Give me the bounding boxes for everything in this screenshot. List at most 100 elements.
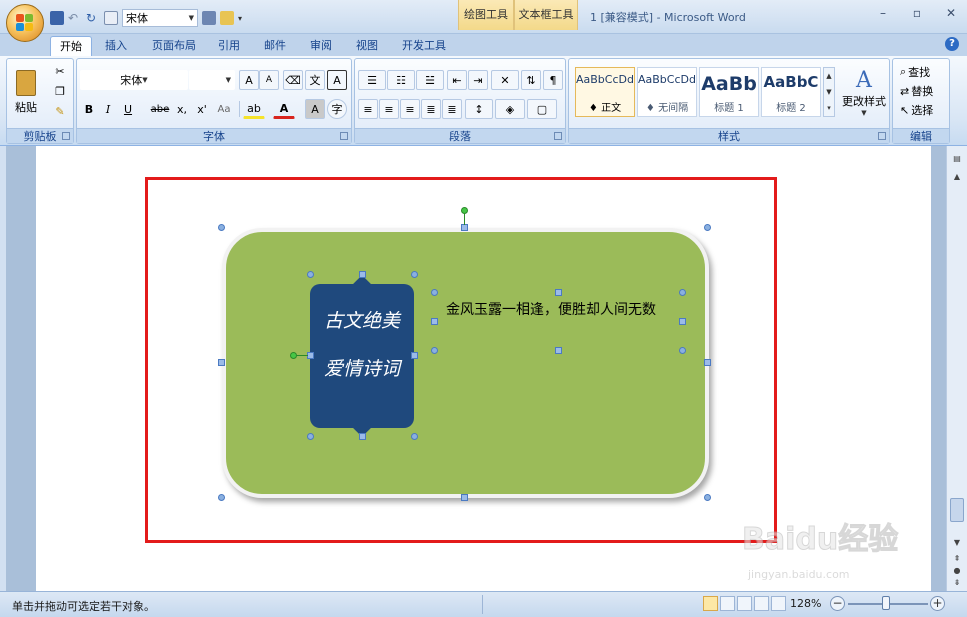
tab-review[interactable]: 审阅 [304,36,338,56]
selection-handle[interactable] [704,494,711,501]
zoom-level[interactable]: 128% [790,597,821,610]
character-border-icon[interactable]: A [327,70,347,90]
superscript-button[interactable]: x' [193,99,211,119]
show-marks-icon[interactable]: ¶ [543,70,563,90]
dialog-launcher-icon[interactable] [554,132,562,140]
style-heading-2[interactable]: AaBbC 标题 2 [761,67,821,117]
find-button[interactable]: ⌕ 查找 [899,62,949,82]
selection-handle[interactable] [307,433,314,440]
selection-handle[interactable] [359,271,366,278]
clear-format-icon[interactable]: ⌫ [283,70,303,90]
qat-font-select[interactable]: 宋体 ▼ [122,9,198,27]
close-icon[interactable]: ✕ [943,6,959,20]
selection-handle[interactable] [411,271,418,278]
web-layout-icon[interactable] [737,596,752,611]
selection-handle[interactable] [461,224,468,231]
selection-handle[interactable] [359,433,366,440]
scroll-thumb[interactable] [950,498,964,522]
align-center-icon[interactable]: ≡ [379,99,399,119]
office-button[interactable] [6,4,44,42]
selection-handle[interactable] [307,352,314,359]
selection-handle[interactable] [431,318,438,325]
decrease-indent-icon[interactable]: ⇤ [447,70,467,90]
change-styles-button[interactable]: A 更改样式 ▼ [839,63,889,121]
phonetic-guide-icon[interactable]: 文 [305,70,325,90]
ruler-toggle-icon[interactable]: ▤ [950,152,964,166]
tab-home[interactable]: 开始 [50,36,92,56]
chinese-layout-icon[interactable]: ✕ [491,70,519,90]
bullets-icon[interactable]: ☰ [358,70,386,90]
bold-button[interactable]: B [80,99,98,119]
style-no-spacing[interactable]: AaBbCcDd ♦ 无间隔 [637,67,697,117]
justify-icon[interactable]: ≣ [421,99,441,119]
open-folder-icon[interactable] [220,11,234,25]
minimize-icon[interactable]: – [875,6,891,20]
redo-icon[interactable]: ↻ [86,11,100,25]
shading-icon[interactable]: ◈ [495,99,525,119]
zoom-out-icon[interactable]: − [830,596,845,611]
tab-page-layout[interactable]: 页面布局 [146,36,202,56]
multilevel-list-icon[interactable]: ☱ [416,70,444,90]
tab-mailings[interactable]: 邮件 [258,36,292,56]
grow-font-button[interactable]: A [239,70,259,90]
style-heading-1[interactable]: AaBb 标题 1 [699,67,759,117]
tab-insert[interactable]: 插入 [98,36,134,56]
font-color-icon[interactable]: A [273,99,295,119]
vertical-scrollbar[interactable]: ▤ ▲ ▼ ⇞ ● ⇟ [946,146,967,591]
selection-handle[interactable] [307,271,314,278]
rotation-handle[interactable] [461,207,468,214]
save-icon[interactable] [50,11,64,25]
selection-handle[interactable] [431,289,438,296]
selection-handle[interactable] [218,359,225,366]
selection-handle[interactable] [679,289,686,296]
tab-view[interactable]: 视图 [350,36,384,56]
selection-handle[interactable] [218,224,225,231]
selection-handle[interactable] [679,318,686,325]
increase-indent-icon[interactable]: ⇥ [468,70,488,90]
print-layout-icon[interactable] [703,596,718,611]
outline-icon[interactable] [754,596,769,611]
distributed-icon[interactable]: ≣ [442,99,462,119]
change-case-button[interactable]: Aa [213,99,235,119]
italic-button[interactable]: I [99,99,117,119]
numbering-icon[interactable]: ☷ [387,70,415,90]
next-page-icon[interactable]: ⇟ [950,576,964,590]
selection-handle[interactable] [218,494,225,501]
zoom-in-icon[interactable]: + [930,596,945,611]
full-screen-reading-icon[interactable] [720,596,735,611]
rounded-rectangle-shape[interactable] [222,228,709,498]
dialog-launcher-icon[interactable] [62,132,70,140]
restore-icon[interactable]: ▫ [909,6,925,20]
dialog-launcher-icon[interactable] [340,132,348,140]
selection-handle[interactable] [555,289,562,296]
draft-icon[interactable] [771,596,786,611]
shrink-font-button[interactable]: A [259,70,279,90]
dialog-launcher-icon[interactable] [878,132,886,140]
styles-gallery-scroll[interactable]: ▲ ▼ ▾ [823,67,835,117]
character-shading-icon[interactable]: A [305,99,325,119]
selection-handle[interactable] [461,494,468,501]
copy-icon[interactable]: ❐ [51,83,69,100]
subscript-button[interactable]: x, [173,99,191,119]
paste-button[interactable]: 粘贴 [11,63,41,121]
highlight-color-icon[interactable]: ab [243,99,265,119]
align-right-icon[interactable]: ≡ [400,99,420,119]
selection-handle[interactable] [431,347,438,354]
selection-handle[interactable] [704,359,711,366]
text-box[interactable]: 金风玉露一相逢，便胜却人间无数 [446,300,678,321]
selection-handle[interactable] [411,433,418,440]
font-name-select[interactable]: 宋体 ▼ [80,70,188,90]
select-button[interactable]: ↖ 选择 [899,100,949,120]
double-bracket-shape[interactable]: 古文绝美 爱情诗词 [310,275,414,437]
cut-icon[interactable]: ✂ [51,63,69,80]
selection-handle[interactable] [411,352,418,359]
print-preview-icon[interactable] [104,11,118,25]
tab-references[interactable]: 引用 [212,36,246,56]
enclose-character-icon[interactable]: 字 [327,99,347,119]
sort-icon[interactable]: ⇅ [521,70,541,90]
tab-developer[interactable]: 开发工具 [396,36,452,56]
scroll-up-icon[interactable]: ▲ [950,170,964,184]
qat-customize-icon[interactable]: ▾ [238,14,242,23]
selection-handle[interactable] [679,347,686,354]
replace-button[interactable]: ⇄ 替换 [899,81,949,101]
